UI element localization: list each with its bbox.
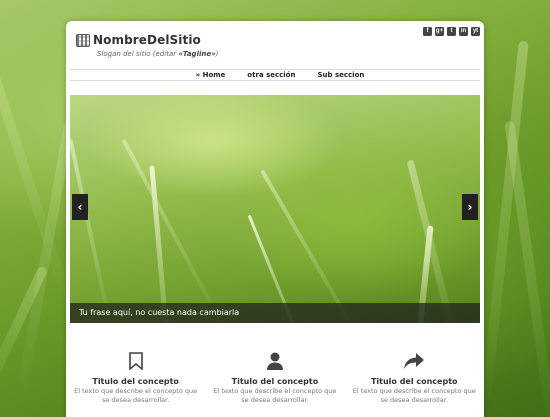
bookmark-icon: [128, 352, 143, 370]
site-name[interactable]: NombreDelSitio: [93, 33, 201, 47]
slider-caption: Tu frase aquí, no cuesta nada cambiarla: [70, 303, 480, 323]
linkedin-icon[interactable]: in: [459, 27, 468, 36]
image-slider: ‹ › Tu frase aquí, no cuesta nada cambia…: [70, 95, 480, 323]
nav-item-sub-seccion[interactable]: Sub seccion: [317, 70, 364, 80]
social-links: f g+ t in yt: [423, 27, 480, 36]
site-header: NombreDelSitio Slogan del sitio (editar …: [66, 21, 484, 67]
feature-item: Titulo del concepto El texto que describ…: [345, 351, 484, 405]
page-container: NombreDelSitio Slogan del sitio (editar …: [66, 21, 484, 417]
user-icon: [266, 352, 283, 370]
google-plus-icon[interactable]: g+: [435, 27, 444, 36]
feature-title: Titulo del concepto: [370, 377, 458, 386]
feature-text: El texto que describe el concepto que se…: [213, 387, 337, 404]
feature-text: El texto que describe el concepto que se…: [352, 387, 476, 404]
feature-title: Titulo del concepto: [92, 377, 179, 386]
slider-prev-button[interactable]: ‹: [72, 194, 88, 220]
logo-icon[interactable]: [76, 34, 90, 47]
feature-text: El texto que describe el concepto que se…: [74, 387, 198, 404]
nav-item-home[interactable]: » Home: [196, 70, 226, 80]
feature-item: Titulo del concepto El texto que describ…: [66, 351, 205, 405]
slider-next-button[interactable]: ›: [462, 194, 478, 220]
nav-item-otra-seccion[interactable]: otra sección: [247, 70, 295, 80]
twitter-icon[interactable]: t: [447, 27, 456, 36]
feature-title: Titulo del concepto: [231, 377, 319, 386]
features-row: Titulo del concepto El texto que describ…: [66, 351, 484, 405]
facebook-icon[interactable]: f: [423, 27, 432, 36]
youtube-icon[interactable]: yt: [471, 27, 480, 36]
share-arrow-icon: [404, 353, 425, 369]
main-nav: » Home otra sección Sub seccion: [70, 69, 480, 81]
feature-item: Titulo del concepto El texto que describ…: [205, 351, 344, 405]
site-tagline: Slogan del sitio (editar «Tagline»): [97, 50, 219, 58]
